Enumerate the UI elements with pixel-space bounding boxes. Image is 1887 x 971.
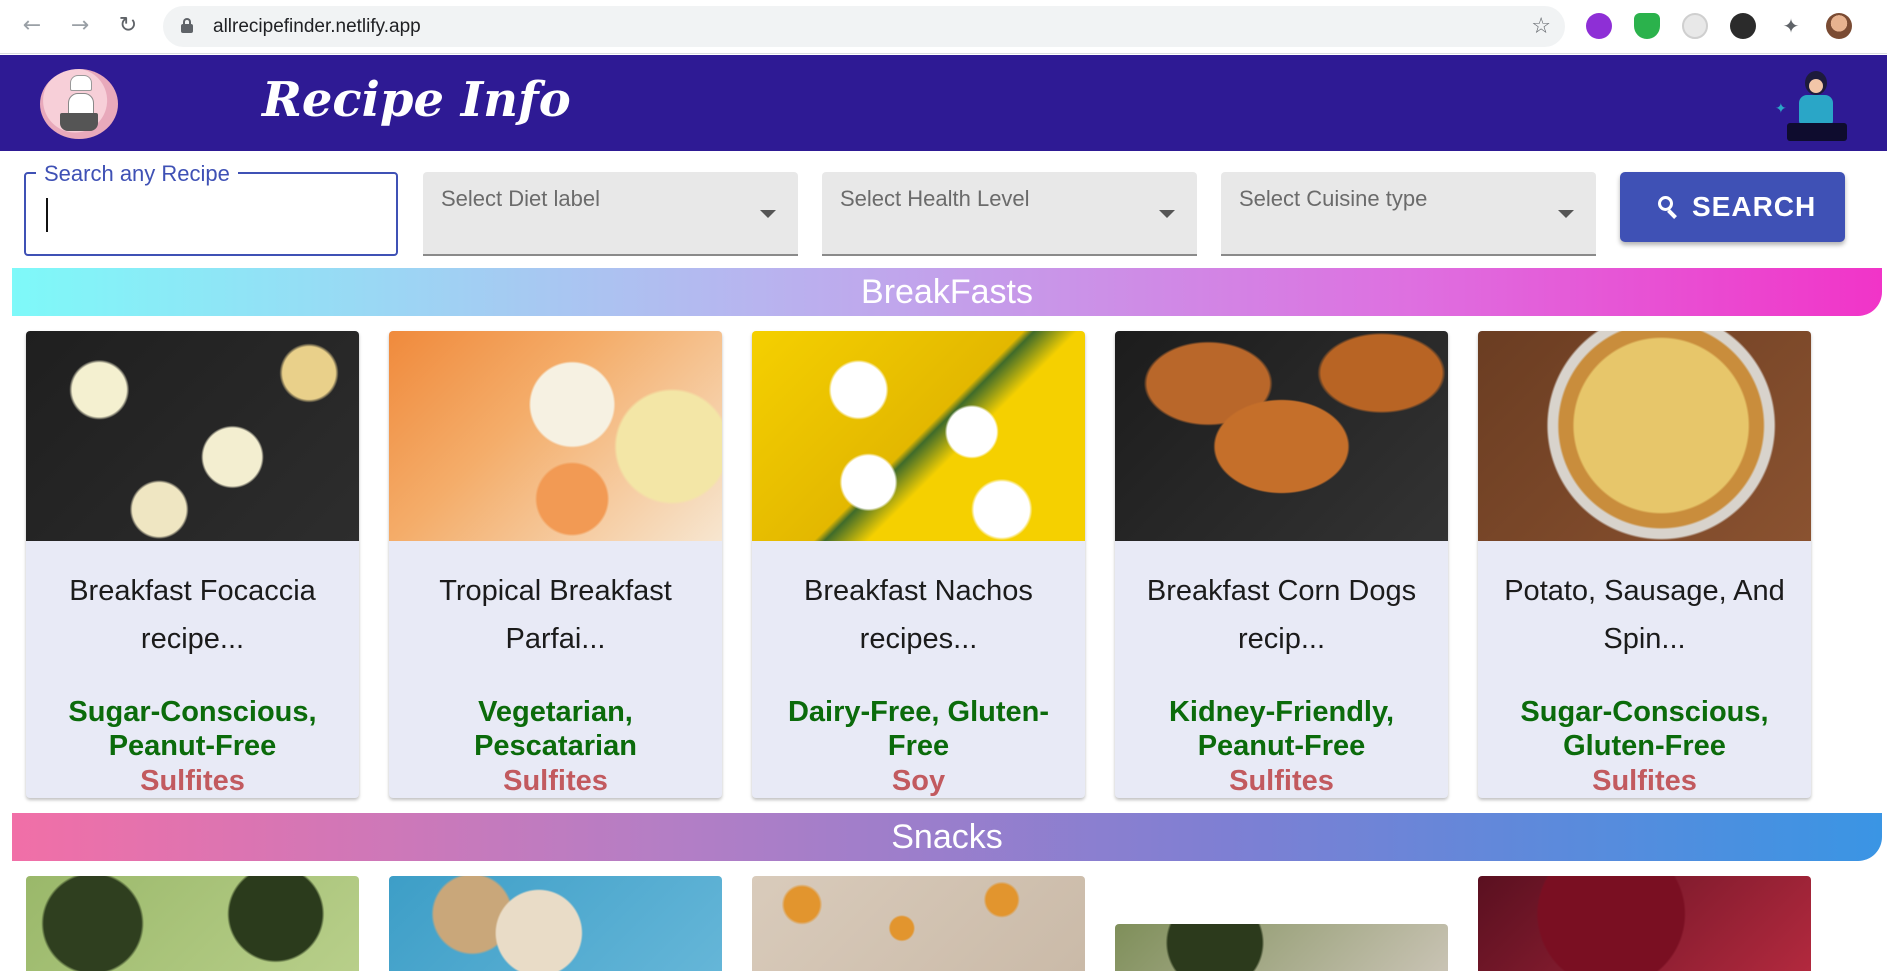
recipe-title: Potato, Sausage, And Spin... (1504, 575, 1785, 655)
recipe-image[interactable] (752, 331, 1085, 541)
recipe-title: Breakfast Nachos recipes... (804, 575, 1033, 655)
dropdown-arrow-icon[interactable] (760, 210, 776, 218)
snack-recipe-image[interactable] (26, 876, 359, 971)
caution-label: Soy (891, 765, 946, 797)
caution-label: Sulfites (503, 765, 608, 797)
diet-labels: Dairy-Free, Gluten-Free (787, 696, 1050, 762)
diet-label-select[interactable]: Select Diet label (423, 172, 798, 256)
diet-labels: Kidney-Friendly, Peanut-Free (1168, 696, 1395, 762)
profile-avatar[interactable] (1826, 13, 1852, 39)
recipe-title: Tropical Breakfast Parfai... (439, 575, 672, 655)
health-level-select[interactable]: Select Health Level (822, 172, 1197, 256)
recipe-title: Breakfast Corn Dogs recip... (1146, 575, 1417, 655)
search-button-label: SEARCH (1692, 191, 1817, 222)
purple-face-extension-icon[interactable] (1586, 13, 1612, 39)
health-select-placeholder: Select Health Level (840, 186, 1030, 211)
recipe-card[interactable]: Breakfast Nachos recipes... Dairy-Free, … (752, 331, 1085, 798)
recipe-card[interactable]: Breakfast Corn Dogs recip... Kidney-Frie… (1115, 331, 1448, 798)
cooking-woman-illustration: ✦ (1767, 71, 1851, 143)
chef-logo-icon[interactable] (40, 69, 118, 139)
diet-labels: Sugar-Conscious, Peanut-Free (68, 696, 317, 762)
caution-label: Sulfites (140, 765, 245, 797)
recipe-image[interactable] (389, 331, 722, 541)
recipe-image[interactable] (26, 331, 359, 541)
snack-recipe-image[interactable] (752, 876, 1085, 971)
app-header: Recipe Info ✦ (0, 55, 1887, 151)
text-caret (46, 198, 48, 232)
vd-extension-icon[interactable] (1730, 13, 1756, 39)
caution-label: Sulfites (1229, 765, 1334, 797)
recipe-image[interactable] (1478, 331, 1811, 541)
reload-icon[interactable]: ↻ (114, 12, 142, 40)
dropdown-arrow-icon[interactable] (1159, 210, 1175, 218)
puzzle-icon[interactable]: ✦ (1778, 13, 1804, 39)
snack-recipe-image[interactable] (1115, 924, 1448, 971)
back-icon[interactable]: ← (18, 12, 46, 40)
recipe-card[interactable]: Breakfast Focaccia recipe... Sugar-Consc… (26, 331, 359, 798)
search-input-label: Search any Recipe (36, 161, 238, 187)
bookmark-star-icon[interactable]: ☆ (1531, 6, 1551, 47)
forward-icon[interactable]: → (66, 12, 94, 40)
cuisine-type-select[interactable]: Select Cuisine type (1221, 172, 1596, 256)
snacks-section-banner: Snacks (12, 813, 1882, 861)
diet-labels: Sugar-Conscious, Gluten-Free (1520, 696, 1769, 762)
url-text[interactable]: allrecipefinder.netlify.app (213, 6, 421, 47)
breakfast-section-banner: BreakFasts (12, 268, 1882, 316)
caution-label: Sulfites (1592, 765, 1697, 797)
dropdown-arrow-icon[interactable] (1558, 210, 1574, 218)
cuisine-select-placeholder: Select Cuisine type (1239, 186, 1428, 211)
diet-labels: Vegetarian, Pescatarian (474, 696, 637, 762)
brand-title: Recipe Info (262, 72, 571, 128)
recipe-card[interactable]: Potato, Sausage, And Spin... Sugar-Consc… (1478, 331, 1811, 798)
snack-recipe-image[interactable] (389, 876, 722, 971)
search-icon (1658, 196, 1678, 219)
lock-icon[interactable] (181, 18, 193, 33)
shield-extension-icon[interactable] (1634, 13, 1660, 39)
recipe-image[interactable] (1115, 331, 1448, 541)
recipe-card[interactable]: Tropical Breakfast Parfai... Vegetarian,… (389, 331, 722, 798)
browser-toolbar: ← → ↻ allrecipefinder.netlify.app ☆ ✦ (0, 0, 1887, 54)
address-bar[interactable]: allrecipefinder.netlify.app ☆ (163, 6, 1565, 47)
search-button[interactable]: SEARCH (1620, 172, 1845, 242)
clock-extension-icon[interactable] (1682, 13, 1708, 39)
diet-select-placeholder: Select Diet label (441, 186, 600, 211)
recipe-title: Breakfast Focaccia recipe... (69, 575, 316, 655)
snack-recipe-image[interactable] (1478, 876, 1811, 971)
